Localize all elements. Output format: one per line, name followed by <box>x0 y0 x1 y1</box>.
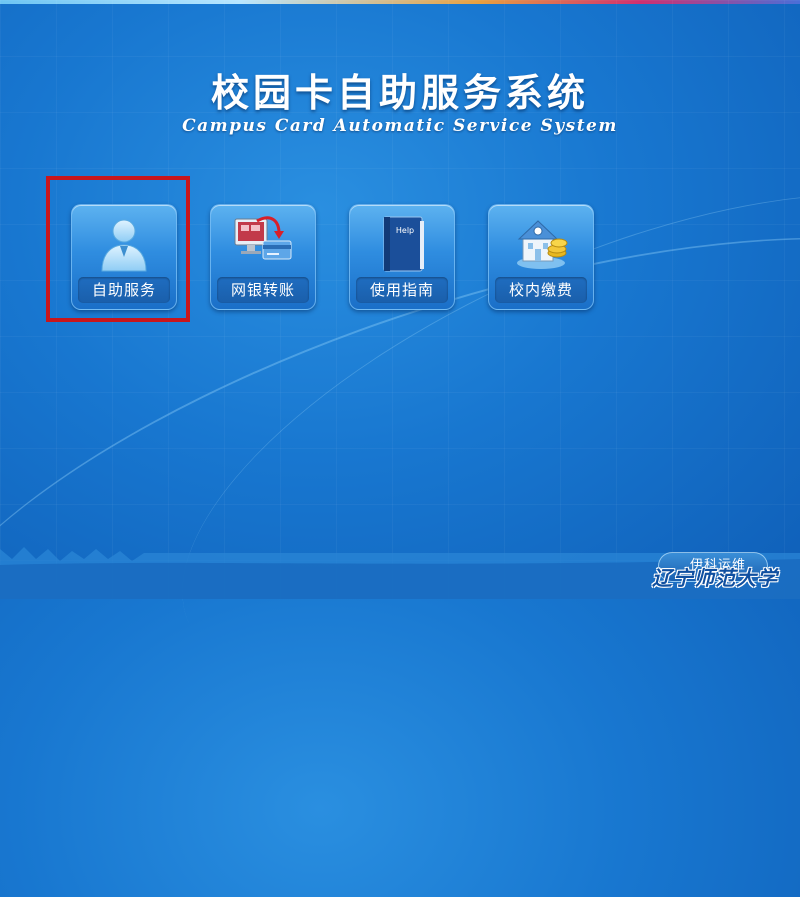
campus-payment-button[interactable]: 校内缴费 <box>488 204 594 310</box>
tile-label: 网银转账 <box>217 277 309 303</box>
help-book-icon: Help <box>383 216 424 272</box>
tile-label: 使用指南 <box>356 277 448 303</box>
bank-transfer-icon <box>234 216 292 260</box>
school-payment-icon <box>517 220 568 269</box>
tile-label: 校内缴费 <box>495 277 587 303</box>
user-icon <box>101 219 147 272</box>
user-guide-button[interactable]: Help 使用指南 <box>349 204 455 310</box>
tile-label: 自助服务 <box>78 277 170 303</box>
bank-transfer-button[interactable]: 网银转账 <box>210 204 316 310</box>
school-name: 辽宁师范大学 <box>652 566 778 590</box>
page-title: 校园卡自助服务系统 <box>210 71 589 115</box>
help-book-text: Help <box>396 226 414 235</box>
self-service-button[interactable]: 自助服务 <box>71 204 177 310</box>
page-subtitle: Campus Card Automatic Service System <box>182 116 618 136</box>
